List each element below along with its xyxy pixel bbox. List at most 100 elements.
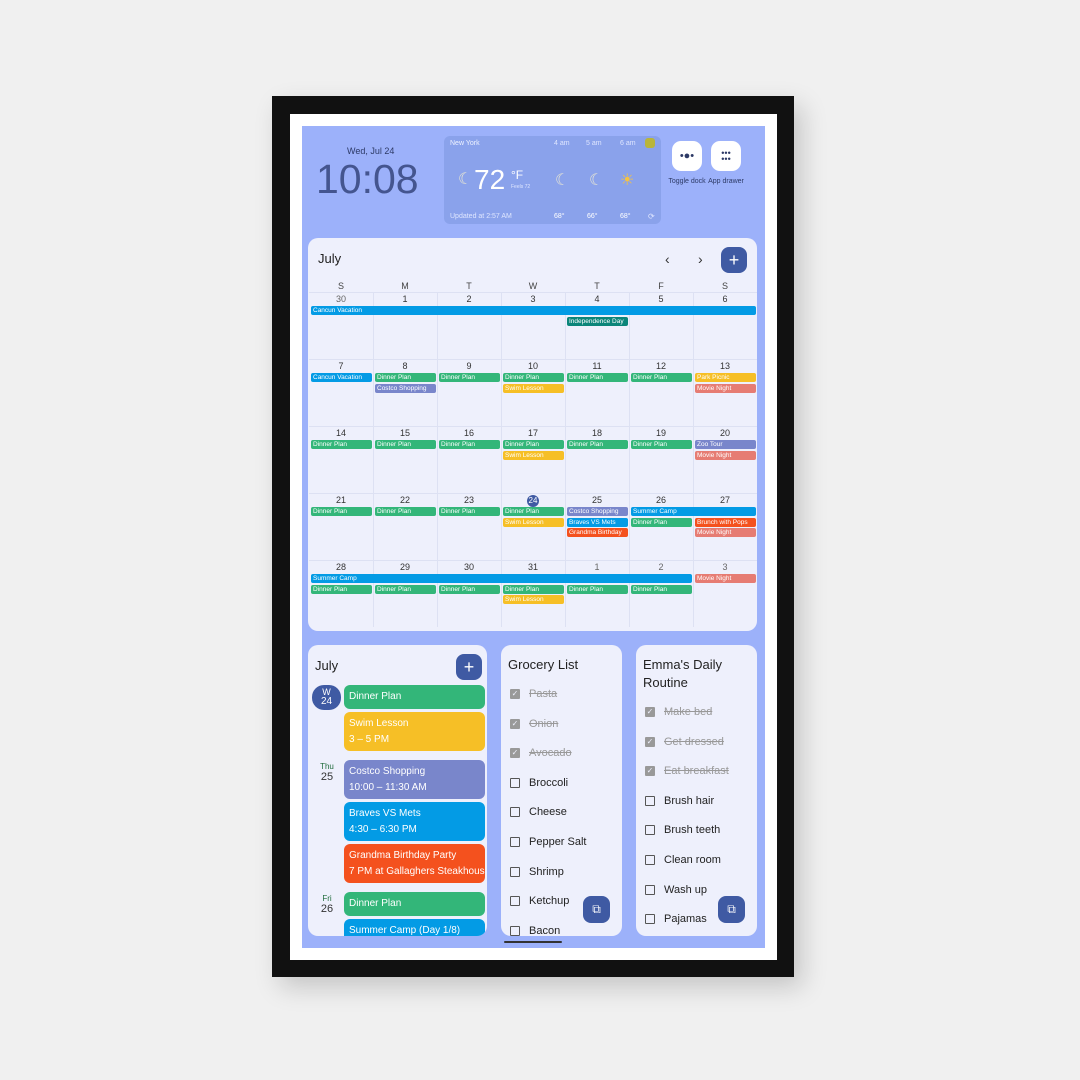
calendar-event[interactable]: Swim Lesson bbox=[503, 517, 564, 527]
checklist-item[interactable]: ✓ Onion bbox=[510, 718, 558, 730]
calendar-event[interactable]: Brunch with Pops bbox=[695, 517, 756, 527]
checkbox[interactable] bbox=[510, 807, 520, 818]
checkbox[interactable] bbox=[645, 855, 655, 865]
checkbox[interactable]: ✓ bbox=[510, 718, 520, 729]
add-agenda-event-button[interactable]: + bbox=[456, 654, 482, 680]
toggle-dock-button[interactable]: •●• bbox=[672, 141, 702, 171]
open-grocery-button[interactable]: ⧉ bbox=[583, 896, 610, 923]
calendar-event[interactable]: Dinner Plan bbox=[631, 584, 692, 594]
calendar-event[interactable]: Cancun Vacation bbox=[311, 373, 372, 382]
checkbox[interactable] bbox=[510, 896, 520, 907]
calendar-event[interactable]: Summer Camp bbox=[311, 574, 692, 583]
calendar-event[interactable]: Dinner Plan bbox=[631, 440, 692, 449]
checklist-item[interactable]: Cheese bbox=[510, 806, 567, 818]
checklist-item[interactable]: ✓ Eat breakfast bbox=[645, 765, 729, 777]
calendar-event[interactable]: Dinner Plan bbox=[503, 440, 564, 449]
calendar-event[interactable]: Dinner Plan bbox=[631, 373, 692, 382]
calendar-event[interactable]: Movie Night bbox=[695, 383, 756, 393]
calendar-event[interactable]: Movie Night bbox=[695, 528, 756, 537]
agenda-event[interactable]: Swim Lesson 3 – 5 PM bbox=[344, 712, 485, 751]
calendar-event[interactable]: Dinner Plan bbox=[439, 440, 500, 449]
checkbox[interactable] bbox=[645, 884, 655, 895]
calendar-event[interactable]: Dinner Plan bbox=[375, 584, 436, 594]
checkbox[interactable]: ✓ bbox=[510, 689, 520, 699]
calendar-event[interactable]: Movie Night bbox=[695, 574, 756, 583]
checklist-item[interactable]: ✓ Get dressed bbox=[645, 736, 724, 748]
item-label: Brush teeth bbox=[664, 824, 721, 837]
checkbox[interactable] bbox=[510, 925, 520, 936]
calendar-event[interactable]: Zoo Tour bbox=[695, 440, 756, 449]
checkbox[interactable] bbox=[510, 866, 520, 877]
checklist-item[interactable]: Shrimp bbox=[510, 866, 564, 878]
checklist-item[interactable]: Brush hair bbox=[645, 795, 714, 807]
calendar-event[interactable]: Dinner Plan bbox=[375, 440, 436, 449]
event-time: 10:00 – 11:30 AM bbox=[349, 782, 427, 793]
checklist-item[interactable]: Brush teeth bbox=[645, 824, 720, 836]
calendar-event[interactable]: Dinner Plan bbox=[311, 507, 372, 516]
agenda-event[interactable]: Braves VS Mets 4:30 – 6:30 PM bbox=[344, 802, 485, 841]
calendar-event[interactable]: Swim Lesson bbox=[503, 383, 564, 393]
calendar-event[interactable]: Swim Lesson bbox=[503, 595, 564, 604]
checklist-item[interactable]: ✓ Make bed bbox=[645, 706, 712, 718]
weekday-header: T bbox=[594, 281, 600, 291]
checklist-item[interactable]: Ketchup bbox=[510, 895, 569, 907]
checklist-item[interactable]: Pajamas bbox=[645, 913, 707, 925]
agenda-event[interactable]: Grandma Birthday Party 7 PM at Gallaghers… bbox=[344, 844, 485, 883]
calendar-event[interactable]: Cancun Vacation bbox=[311, 306, 756, 315]
calendar-event[interactable]: Costco Shopping bbox=[375, 383, 436, 393]
checkbox[interactable]: ✓ bbox=[645, 736, 655, 747]
checklist-item[interactable]: Bacon bbox=[510, 925, 560, 936]
calendar-event[interactable]: Dinner Plan bbox=[567, 584, 628, 594]
calendar-event[interactable]: Grandma Birthday bbox=[567, 528, 628, 537]
agenda-event[interactable]: Dinner Plan bbox=[344, 685, 485, 709]
open-routine-button[interactable]: ⧉ bbox=[718, 896, 745, 923]
add-event-button[interactable]: + bbox=[721, 247, 747, 273]
calendar-event[interactable]: Park Picnic bbox=[695, 373, 756, 382]
calendar-event[interactable]: Dinner Plan bbox=[375, 373, 436, 382]
calendar-event[interactable]: Dinner Plan bbox=[375, 507, 436, 516]
checklist-item[interactable]: Pepper Salt bbox=[510, 836, 586, 848]
calendar-event[interactable]: Dinner Plan bbox=[503, 584, 564, 594]
day-number: 18 bbox=[591, 428, 602, 438]
checkbox[interactable]: ✓ bbox=[645, 766, 655, 777]
calendar-event[interactable]: Movie Night bbox=[695, 450, 756, 460]
checklist-item[interactable]: ✓ Pasta bbox=[510, 688, 557, 700]
checkbox[interactable] bbox=[645, 825, 655, 836]
calendar-event[interactable]: Summer Camp bbox=[631, 507, 756, 516]
calendar-event[interactable]: Swim Lesson bbox=[503, 450, 564, 460]
calendar-event[interactable]: Dinner Plan bbox=[631, 517, 692, 527]
checkbox[interactable]: ✓ bbox=[510, 748, 520, 759]
agenda-event[interactable]: Dinner Plan bbox=[344, 892, 485, 916]
calendar-event[interactable]: Independence Day bbox=[567, 316, 628, 326]
calendar-event[interactable]: Dinner Plan bbox=[567, 440, 628, 449]
checklist-item[interactable]: Broccoli bbox=[510, 777, 568, 789]
calendar-event[interactable]: Dinner Plan bbox=[439, 373, 500, 382]
calendar-event[interactable]: Dinner Plan bbox=[503, 373, 564, 382]
checkbox[interactable] bbox=[645, 795, 655, 806]
prev-month-button[interactable]: ‹ bbox=[665, 251, 670, 267]
agenda-event[interactable]: Costco Shopping 10:00 – 11:30 AM bbox=[344, 760, 485, 799]
calendar-event[interactable]: Dinner Plan bbox=[503, 507, 564, 516]
calendar-event[interactable]: Costco Shopping bbox=[567, 507, 628, 516]
calendar-event[interactable]: Dinner Plan bbox=[311, 440, 372, 449]
calendar-event[interactable]: Dinner Plan bbox=[567, 373, 628, 382]
feels-like: Feels 72 bbox=[511, 184, 531, 190]
app-drawer-button[interactable]: ••• ••• bbox=[711, 141, 741, 171]
weather-widget[interactable]: New York 4 am 5 am 6 am ☾ 72 °F Feels 72… bbox=[444, 136, 661, 224]
checkbox[interactable] bbox=[645, 914, 655, 925]
date-badge[interactable]: W 24 bbox=[312, 685, 341, 710]
home-handle[interactable] bbox=[504, 941, 562, 943]
calendar-event[interactable]: Dinner Plan bbox=[311, 584, 372, 594]
checklist-item[interactable]: Wash up bbox=[645, 884, 707, 896]
checklist-item[interactable]: ✓ Avocado bbox=[510, 747, 572, 759]
calendar-event[interactable]: Dinner Plan bbox=[439, 507, 500, 516]
calendar-event[interactable]: Dinner Plan bbox=[439, 584, 500, 594]
checkbox[interactable]: ✓ bbox=[645, 707, 655, 717]
calendar-event[interactable]: Braves VS Mets bbox=[567, 517, 628, 527]
agenda-event[interactable]: Summer Camp (Day 1/8) bbox=[344, 919, 485, 936]
checkbox[interactable] bbox=[510, 777, 520, 788]
checkbox[interactable] bbox=[510, 837, 520, 847]
next-month-button[interactable]: › bbox=[698, 251, 703, 267]
refresh-icon[interactable]: ⟳ bbox=[648, 212, 655, 221]
checklist-item[interactable]: Clean room bbox=[645, 854, 721, 866]
